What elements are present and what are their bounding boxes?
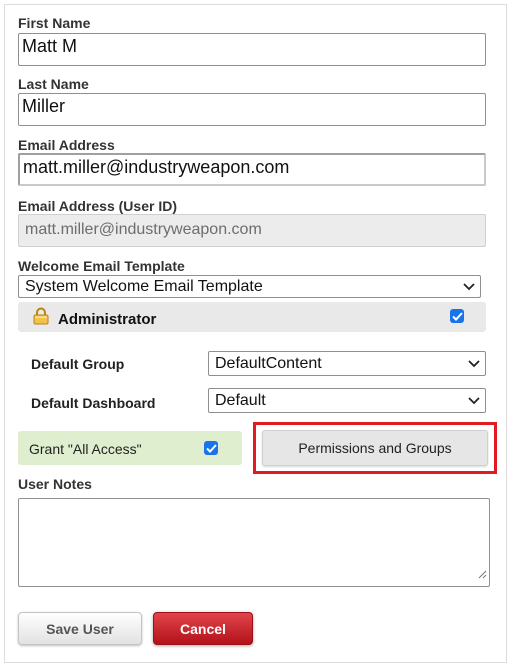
default-group-value: DefaultContent [215,355,322,372]
default-dashboard-select[interactable]: Default [208,388,486,413]
administrator-label: Administrator [58,311,157,328]
default-dashboard-label: Default Dashboard [31,395,156,411]
welcome-template-value: System Welcome Email Template [25,278,263,295]
welcome-template-select[interactable]: System Welcome Email Template [18,275,481,298]
administrator-row: Administrator [18,302,486,332]
save-user-button[interactable]: Save User [18,612,142,645]
checkmark-icon [205,443,217,453]
checkmark-icon [451,311,463,321]
permissions-and-groups-button[interactable]: Permissions and Groups [262,430,488,466]
last-name-label: Last Name [18,76,89,92]
all-access-checkbox[interactable] [204,441,218,455]
all-access-label: Grant "All Access" [29,441,142,457]
chevron-down-icon [463,353,485,375]
user-notes-label: User Notes [18,476,92,492]
first-name-label: First Name [18,15,91,31]
chevron-down-icon [458,277,480,297]
first-name-input[interactable]: Matt M [18,33,486,66]
email-input[interactable]: matt.miller@industryweapon.com [18,153,486,186]
last-name-input[interactable]: Miller [18,93,486,126]
default-dashboard-value: Default [215,392,266,409]
user-notes-textarea[interactable] [18,498,490,587]
resize-grip-icon[interactable] [478,566,487,584]
email-label: Email Address [18,137,115,153]
administrator-checkbox[interactable] [450,309,464,323]
default-group-select[interactable]: DefaultContent [208,351,486,376]
default-group-label: Default Group [31,356,125,372]
cancel-button[interactable]: Cancel [153,612,253,645]
user-id-input: matt.miller@industryweapon.com [18,214,486,247]
lock-icon [32,307,50,330]
all-access-row: Grant "All Access" [18,431,242,465]
welcome-template-label: Welcome Email Template [18,258,185,274]
user-id-label: Email Address (User ID) [18,198,177,214]
chevron-down-icon [463,390,485,412]
